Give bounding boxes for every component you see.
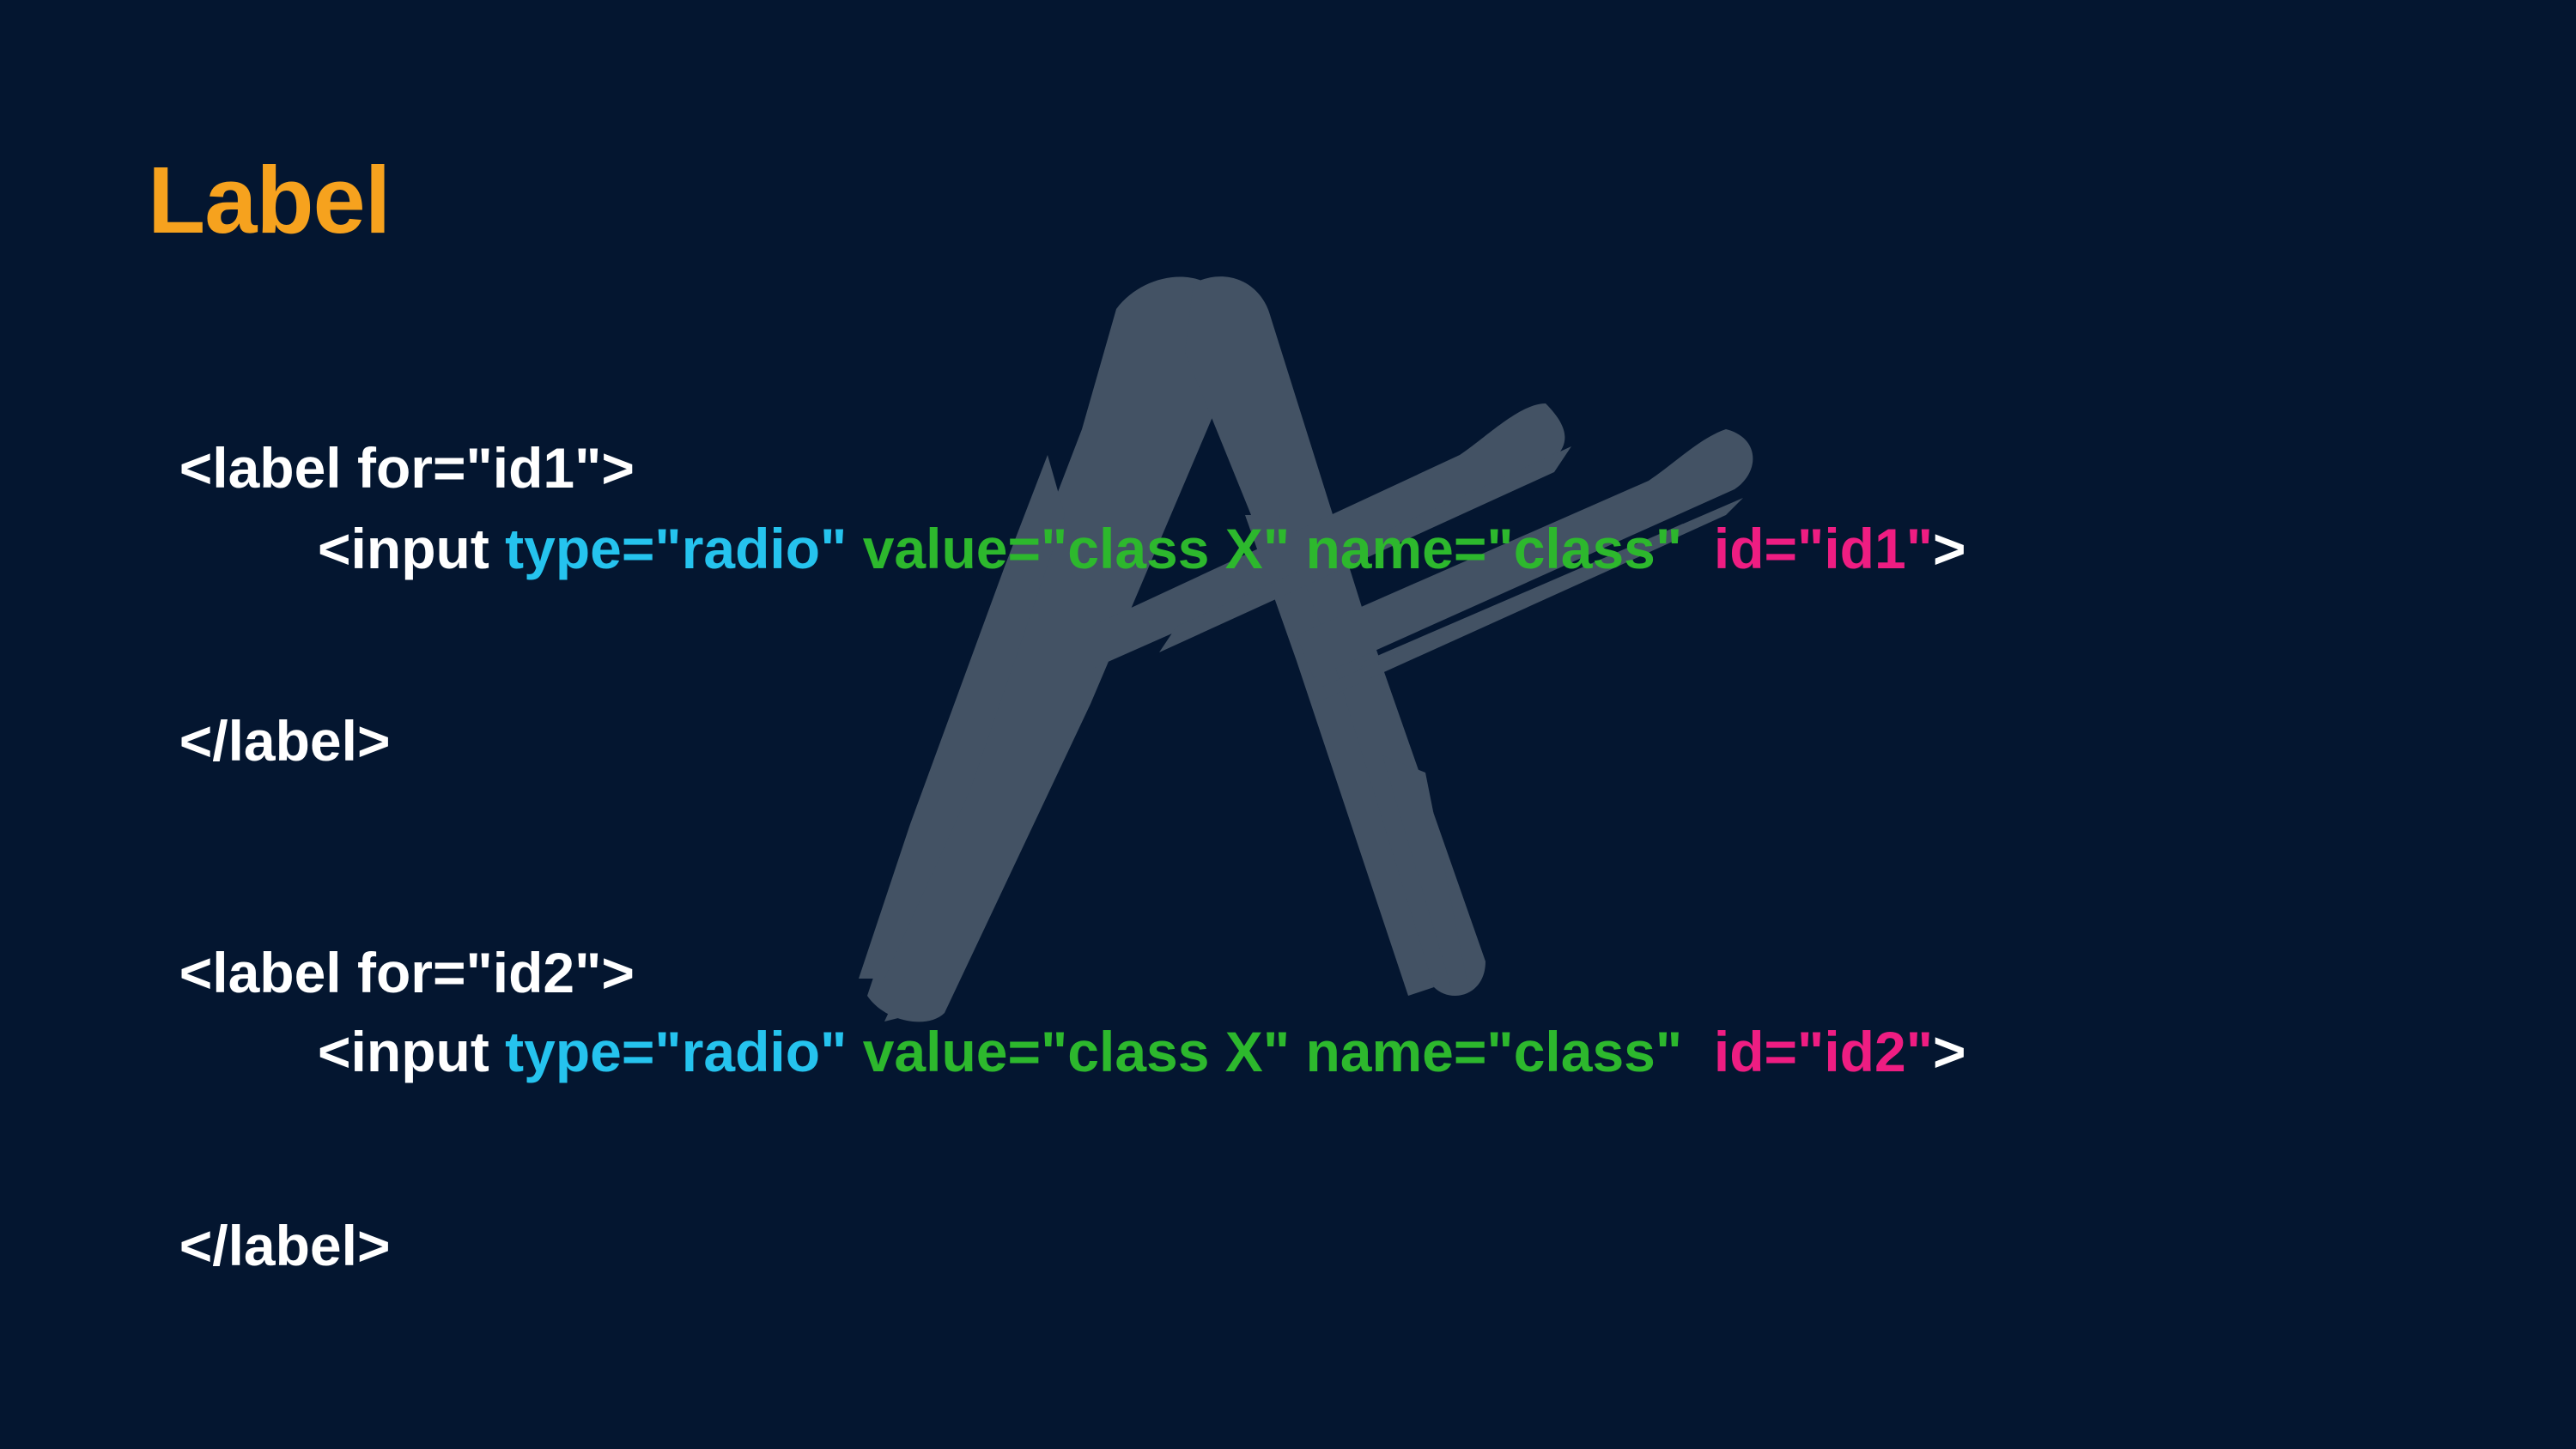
code-line-label-open-2: <label for="id2">: [148, 888, 635, 1001]
label-open-tag: <label for="id1">: [179, 436, 635, 500]
code-line-input-2: <input type="radio" value="class X" name…: [318, 1023, 1966, 1080]
code-line-label-close-2: </label>: [148, 1161, 391, 1274]
id-attribute: id="id2": [1713, 1020, 1933, 1083]
name-attribute: name="class": [1305, 1020, 1683, 1083]
input-open-tag: <input: [318, 517, 506, 580]
input-close-bracket: >: [1933, 1020, 1966, 1083]
label-close-tag: </label>: [179, 709, 391, 773]
value-attribute: value="class X": [862, 517, 1291, 580]
label-close-tag: </label>: [179, 1214, 391, 1277]
input-open-tag: <input: [318, 1020, 506, 1083]
input-close-bracket: >: [1933, 517, 1966, 580]
code-line-label-open-1: <label for="id1">: [148, 383, 635, 496]
name-attribute: name="class": [1305, 517, 1683, 580]
brush-letter-a-logo-icon: [859, 276, 1753, 1022]
code-line-input-1: <input type="radio" value="class X" name…: [318, 520, 1966, 577]
code-line-label-close-1: </label>: [148, 656, 391, 769]
page-title: Label: [148, 148, 391, 253]
id-attribute: id="id1": [1713, 517, 1933, 580]
type-attribute: type="radio": [505, 1020, 848, 1083]
label-open-tag: <label for="id2">: [179, 941, 635, 1004]
type-attribute: type="radio": [505, 517, 848, 580]
value-attribute: value="class X": [862, 1020, 1291, 1083]
